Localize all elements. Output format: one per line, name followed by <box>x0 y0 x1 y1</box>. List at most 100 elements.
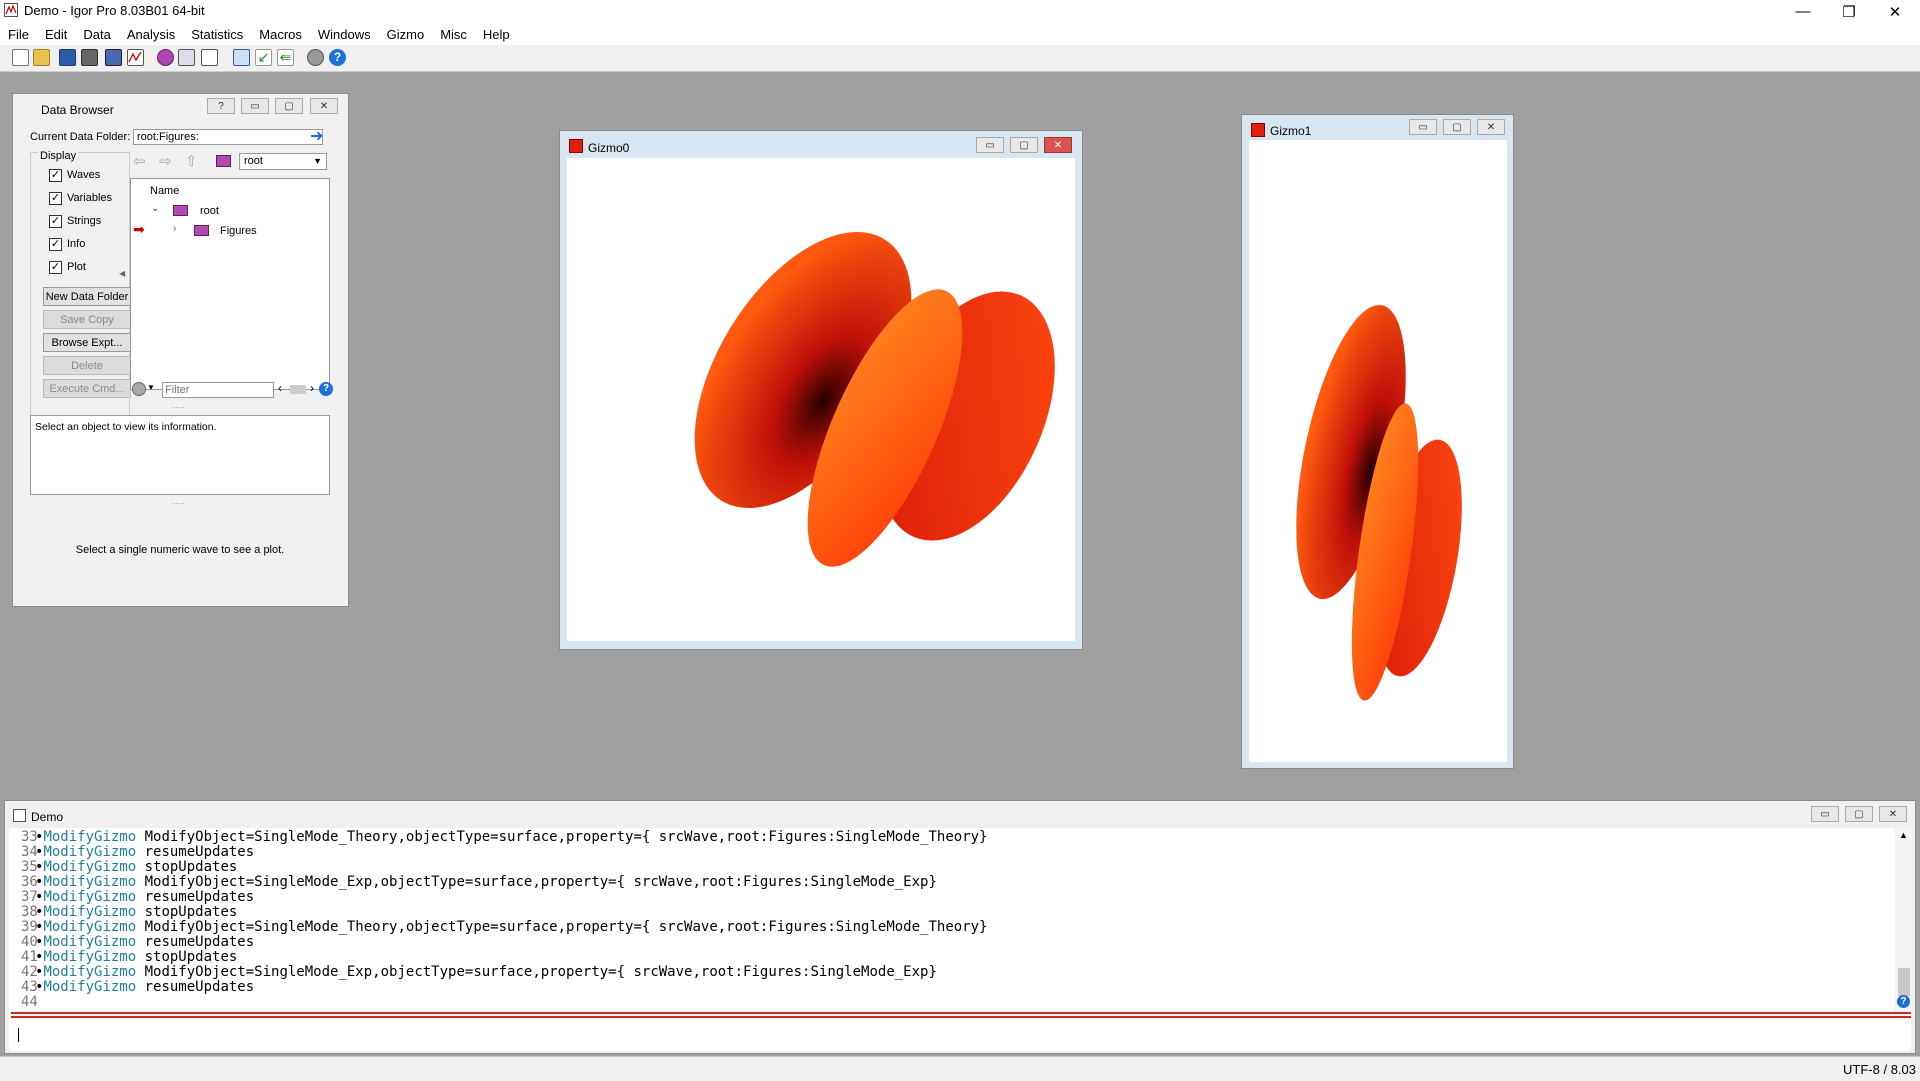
data-browser-minimize-button[interactable]: ▭ <box>241 98 269 114</box>
console-minimize-button[interactable]: ▭ <box>1811 806 1839 822</box>
menu-misc[interactable]: Misc <box>432 27 475 42</box>
layout-icon[interactable] <box>201 49 218 66</box>
splitter-dots-icon[interactable]: ...... <box>171 401 184 410</box>
menu-macros[interactable]: Macros <box>251 27 310 42</box>
go-arrow-icon[interactable]: ➜ <box>310 128 328 146</box>
command-keyword: ModifyGizmo <box>43 919 137 935</box>
menu-help[interactable]: Help <box>475 27 518 42</box>
splitter-dots-icon-2[interactable]: ...... <box>171 497 184 506</box>
browse-expt-button[interactable]: Browse Expt... <box>43 333 131 352</box>
open-folder-icon[interactable] <box>33 49 50 66</box>
history-line: 43•ModifyGizmo resumeUpdates <box>21 979 255 995</box>
menu-file[interactable]: File <box>0 27 37 42</box>
tree-view[interactable]: Name ⌄ root ➡ › Figures <box>130 178 330 390</box>
gizmo0-close-button[interactable]: ✕ <box>1044 137 1072 153</box>
new-data-folder-button[interactable]: New Data Folder <box>43 287 131 306</box>
vertical-scrollbar[interactable]: ▲ ▼ <box>1896 828 1912 1011</box>
export-icon[interactable] <box>233 49 250 66</box>
settings-gear-icon[interactable] <box>307 49 324 66</box>
gizmo-icon[interactable] <box>157 49 174 66</box>
gizmo0-canvas[interactable] <box>567 158 1075 641</box>
menu-analysis[interactable]: Analysis <box>119 27 183 42</box>
help-icon[interactable]: ? <box>1897 995 1910 1008</box>
back-arrow-icon[interactable]: ⇦ <box>133 152 146 170</box>
menu-windows[interactable]: Windows <box>310 27 379 42</box>
tree-item-root[interactable]: root <box>200 205 219 217</box>
load-icon[interactable]: ⇚ <box>277 49 294 66</box>
import-icon[interactable]: ↙ <box>255 49 272 66</box>
menu-edit[interactable]: Edit <box>37 27 75 42</box>
print-icon[interactable] <box>81 49 98 66</box>
execute-cmd-button[interactable]: Execute Cmd... <box>43 379 131 398</box>
horizontal-scrollbar[interactable] <box>290 385 306 394</box>
gizmo0-minimize-button[interactable]: ▭ <box>976 137 1004 153</box>
collapse-chevron-icon[interactable]: › <box>173 223 176 234</box>
help-icon[interactable]: ? <box>319 382 333 396</box>
gizmo0-restore-button[interactable]: ▢ <box>1010 137 1038 153</box>
history-line: 34•ModifyGizmo resumeUpdates <box>21 844 255 860</box>
gizmo-window-icon <box>1251 123 1265 137</box>
save-all-icon[interactable] <box>105 49 122 66</box>
data-browser-help-button[interactable]: ? <box>207 98 235 114</box>
plot-panel-text: Select a single numeric wave to see a pl… <box>75 544 285 556</box>
minimize-button[interactable]: — <box>1780 0 1826 23</box>
gizmo1-canvas[interactable] <box>1249 140 1507 762</box>
history-line: 40•ModifyGizmo resumeUpdates <box>21 934 255 950</box>
root-folder-icon <box>173 205 188 216</box>
gizmo-window-icon <box>569 139 583 153</box>
expand-chevron-icon[interactable]: ⌄ <box>151 203 159 214</box>
graph-icon[interactable] <box>127 49 144 66</box>
scroll-thumb[interactable] <box>1898 968 1910 996</box>
folder-select[interactable]: root ▼ <box>239 153 327 170</box>
save-icon[interactable] <box>59 49 76 66</box>
help-icon[interactable]: ? <box>329 49 346 66</box>
waves-checkbox[interactable]: ✓ <box>49 169 62 182</box>
text-cursor <box>18 1028 19 1042</box>
save-copy-button[interactable]: Save Copy <box>43 310 131 329</box>
line-number: 35 <box>21 859 38 875</box>
command-keyword: ModifyGizmo <box>43 859 137 875</box>
command-args: stopUpdates <box>144 859 238 875</box>
command-keyword: ModifyGizmo <box>43 979 137 995</box>
table-icon[interactable] <box>178 49 195 66</box>
plot-checkbox[interactable]: ✓ <box>49 261 62 274</box>
new-file-icon[interactable] <box>12 49 29 66</box>
current-folder-field[interactable]: root:Figures: <box>133 129 323 145</box>
splitter-handle-icon[interactable]: ◀ <box>119 269 125 278</box>
forward-arrow-icon[interactable]: ⇨ <box>159 152 172 170</box>
menu-data[interactable]: Data <box>75 27 118 42</box>
history-divider[interactable] <box>11 1012 1911 1014</box>
scroll-left-icon[interactable]: ‹ <box>278 381 282 395</box>
up-arrow-icon[interactable]: ⇧ <box>185 152 198 170</box>
info-checkbox[interactable]: ✓ <box>49 238 62 251</box>
scroll-right-icon[interactable]: › <box>310 381 314 395</box>
delete-button[interactable]: Delete <box>43 356 131 375</box>
data-browser-close-button[interactable]: ✕ <box>310 98 338 114</box>
menu-gizmo[interactable]: Gizmo <box>379 27 433 42</box>
menu-statistics[interactable]: Statistics <box>183 27 251 42</box>
command-args: resumeUpdates <box>144 934 255 950</box>
history-line: 37•ModifyGizmo resumeUpdates <box>21 889 255 905</box>
command-keyword: ModifyGizmo <box>43 844 137 860</box>
scroll-up-icon[interactable]: ▲ <box>1899 830 1908 840</box>
filter-options-icon[interactable] <box>132 382 146 396</box>
data-browser-restore-button[interactable]: ▢ <box>275 98 303 114</box>
console-restore-button[interactable]: ▢ <box>1845 806 1873 822</box>
gizmo1-close-button[interactable]: ✕ <box>1477 119 1505 135</box>
console-close-button[interactable]: ✕ <box>1879 806 1907 822</box>
restore-button[interactable]: ❐ <box>1826 0 1872 23</box>
history-line: 41•ModifyGizmo stopUpdates <box>21 949 238 965</box>
command-window: Demo ▭ ▢ ✕ 33•ModifyGizmo ModifyObject=S… <box>4 800 1916 1054</box>
gizmo1-minimize-button[interactable]: ▭ <box>1409 119 1437 135</box>
line-number: 40 <box>21 934 38 950</box>
tree-item-figures[interactable]: Figures <box>220 225 257 237</box>
variables-checkbox[interactable]: ✓ <box>49 192 62 205</box>
gizmo1-restore-button[interactable]: ▢ <box>1443 119 1471 135</box>
filter-input[interactable] <box>162 382 274 398</box>
menu-bar: File Edit Data Analysis Statistics Macro… <box>0 23 1920 45</box>
close-button[interactable]: ✕ <box>1872 0 1918 23</box>
command-input[interactable] <box>9 1019 1911 1051</box>
history-area[interactable]: 33•ModifyGizmo ModifyObject=SingleMode_T… <box>9 828 1895 1011</box>
filter-dropdown-icon[interactable]: ▼ <box>147 383 155 392</box>
strings-checkbox[interactable]: ✓ <box>49 215 62 228</box>
